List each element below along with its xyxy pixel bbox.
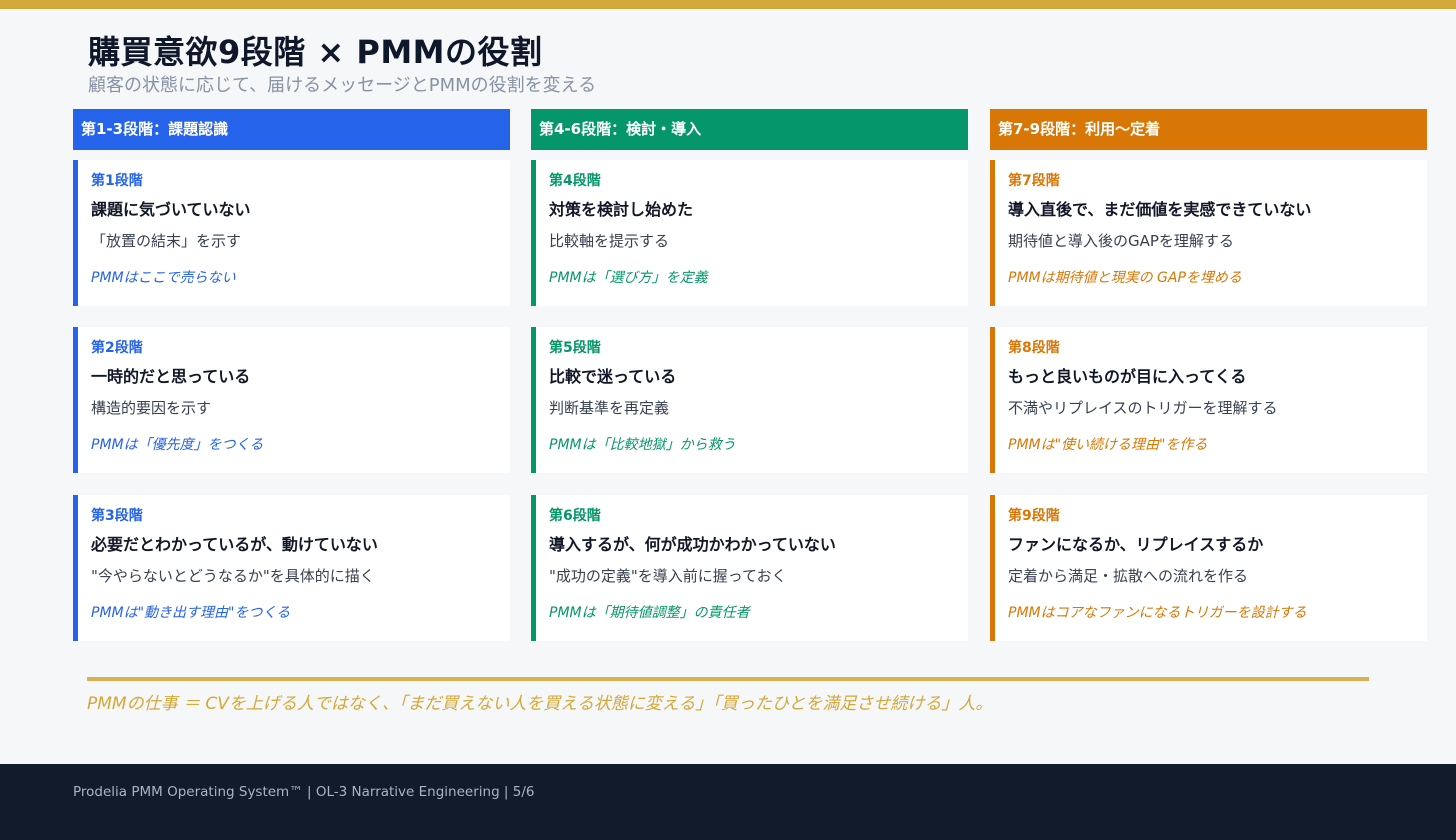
footer-bar: Prodelia PMM Operating System™ | OL-3 Na… bbox=[0, 764, 1456, 840]
stage-number: 第6段階 bbox=[549, 508, 601, 524]
pmm-role: PMMは「選び方」を定義 bbox=[549, 270, 708, 286]
stage-message: 期待値と導入後のGAPを理解する bbox=[1008, 232, 1234, 250]
pmm-role: PMMは「期待値調整」の責任者 bbox=[549, 605, 750, 621]
conclusion-divider bbox=[87, 677, 1369, 681]
top-accent-bar bbox=[0, 0, 1456, 9]
stage-number: 第3段階 bbox=[91, 508, 143, 524]
stage-number: 第4段階 bbox=[549, 173, 601, 189]
pmm-role: PMMはここで売らない bbox=[91, 270, 236, 286]
page-title: 購買意欲9段階 × PMMの役割 bbox=[88, 33, 543, 71]
stage-message: 「放置の結末」を示す bbox=[91, 232, 242, 250]
stage-card: 第9段階 ファンになるか、リプレイスするか 定着から満足・拡散への流れを作る P… bbox=[990, 495, 1427, 641]
customer-state: ファンになるか、リプレイスするか bbox=[1008, 535, 1264, 554]
footer-text: Prodelia PMM Operating System™ | OL-3 Na… bbox=[73, 784, 535, 800]
column-header: 第7-9段階：利用〜定着 bbox=[990, 109, 1427, 150]
stage-card: 第4段階 対策を検討し始めた 比較軸を提示する PMMは「選び方」を定義 bbox=[531, 160, 968, 306]
stage-card: 第3段階 必要だとわかっているが、動けていない "今やらないとどうなるか"を具体… bbox=[73, 495, 510, 641]
customer-state: 一時的だと思っている bbox=[91, 367, 251, 386]
conclusion-statement: PMMの仕事 ＝ CVを上げる人ではなく、「まだ買えない人を買える状態に変える」… bbox=[87, 694, 993, 714]
stage-card: 第8段階 もっと良いものが目に入ってくる 不満やリプレイスのトリガーを理解する … bbox=[990, 327, 1427, 473]
column-awareness: 第1-3段階：課題認識 第1段階 課題に気づいていない 「放置の結末」を示す P… bbox=[73, 109, 510, 641]
pmm-role: PMMは"動き出す理由"をつくる bbox=[91, 605, 291, 621]
column-header: 第4-6段階：検討・導入 bbox=[531, 109, 968, 150]
stage-card: 第1段階 課題に気づいていない 「放置の結末」を示す PMMはここで売らない bbox=[73, 160, 510, 306]
stage-message: "今やらないとどうなるか"を具体的に描く bbox=[91, 567, 375, 585]
pmm-role: PMMは"使い続ける理由"を作る bbox=[1008, 437, 1208, 453]
stage-message: 不満やリプレイスのトリガーを理解する bbox=[1008, 399, 1278, 417]
stage-message: 比較軸を提示する bbox=[549, 232, 670, 250]
pmm-role: PMMは「比較地獄」から救う bbox=[549, 437, 736, 453]
stage-number: 第1段階 bbox=[91, 173, 143, 189]
stage-card: 第6段階 導入するが、何が成功かわかっていない "成功の定義"を導入前に握ってお… bbox=[531, 495, 968, 641]
pmm-role: PMMは期待値と現実の GAPを埋める bbox=[1008, 270, 1242, 286]
pmm-role: PMMはコアなファンになるトリガーを設計する bbox=[1008, 605, 1307, 621]
stage-card: 第5段階 比較で迷っている 判断基準を再定義 PMMは「比較地獄」から救う bbox=[531, 327, 968, 473]
pmm-role: PMMは「優先度」をつくる bbox=[91, 437, 264, 453]
customer-state: 導入するが、何が成功かわかっていない bbox=[549, 535, 836, 554]
customer-state: 対策を検討し始めた bbox=[549, 200, 694, 219]
column-retention: 第7-9段階：利用〜定着 第7段階 導入直後で、まだ価値を実感できていない 期待… bbox=[990, 109, 1427, 641]
customer-state: 必要だとわかっているが、動けていない bbox=[91, 535, 378, 554]
customer-state: 導入直後で、まだ価値を実感できていない bbox=[1008, 200, 1312, 219]
page-subtitle: 顧客の状態に応じて、届けるメッセージとPMMの役割を変える bbox=[88, 75, 597, 96]
stage-message: 判断基準を再定義 bbox=[549, 399, 670, 417]
stage-card: 第7段階 導入直後で、まだ価値を実感できていない 期待値と導入後のGAPを理解す… bbox=[990, 160, 1427, 306]
customer-state: 課題に気づいていない bbox=[91, 200, 251, 219]
column-header: 第1-3段階：課題認識 bbox=[73, 109, 510, 150]
stage-card: 第2段階 一時的だと思っている 構造的要因を示す PMMは「優先度」をつくる bbox=[73, 327, 510, 473]
customer-state: 比較で迷っている bbox=[549, 367, 677, 386]
column-consideration: 第4-6段階：検討・導入 第4段階 対策を検討し始めた 比較軸を提示する PMM… bbox=[531, 109, 968, 641]
stage-number: 第2段階 bbox=[91, 340, 143, 356]
stage-number: 第7段階 bbox=[1008, 173, 1060, 189]
stage-number: 第5段階 bbox=[549, 340, 601, 356]
stage-message: 構造的要因を示す bbox=[91, 399, 212, 417]
stage-message: "成功の定義"を導入前に握っておく bbox=[549, 567, 787, 585]
stage-message: 定着から満足・拡散への流れを作る bbox=[1008, 567, 1249, 585]
stage-number: 第9段階 bbox=[1008, 508, 1060, 524]
stage-number: 第8段階 bbox=[1008, 340, 1060, 356]
customer-state: もっと良いものが目に入ってくる bbox=[1008, 367, 1247, 386]
